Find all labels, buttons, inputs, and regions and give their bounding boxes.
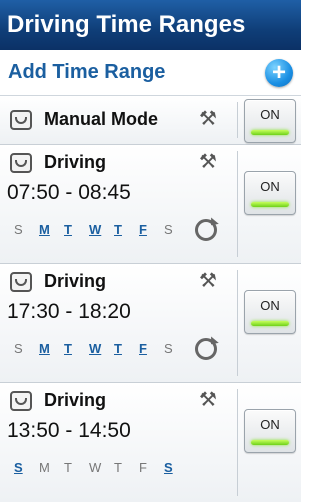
weekday-friday: F [139,460,147,475]
driving-mode-icon [10,391,32,411]
weekday-tuesday: T [64,222,72,237]
weekday-wednesday: W [89,341,102,356]
add-time-range-row[interactable]: Add Time Range + [0,50,301,96]
tools-icon[interactable]: ⚒ [197,151,219,173]
manual-mode-label: Manual Mode [44,109,159,129]
divider [237,151,238,257]
weekday-saturday: S [164,460,173,475]
tools-icon[interactable]: ⚒ [197,108,219,130]
weekday-monday: M [39,460,50,475]
weekday-thursday: T [114,460,122,475]
toggle-label: ON [260,417,280,432]
weekday-monday: M [39,222,50,237]
weekday-wednesday: W [89,460,102,475]
tools-icon[interactable]: ⚒ [197,270,219,292]
range-toggle-button[interactable]: ON [244,171,296,215]
repeat-icon [195,338,217,360]
screen-title: Driving Time Ranges [0,0,301,50]
toggle-label: ON [260,107,280,122]
driving-mode-icon [10,110,32,130]
weekday-friday: F [139,222,147,237]
plus-circle-icon[interactable]: + [265,58,293,87]
driving-mode-icon [10,153,32,173]
tools-icon[interactable]: ⚒ [197,389,219,411]
toggle-indicator [251,321,289,326]
weekday-tuesday: T [64,460,72,475]
toggle-indicator [251,130,289,135]
divider [237,270,238,376]
driving-mode-icon [10,272,32,292]
time-range-time: 17:30 - 18:20 [7,300,131,323]
weekday-row: S M T W T F S [14,460,189,475]
weekday-saturday: S [164,341,173,356]
weekday-sunday: S [14,460,23,475]
divider [237,389,238,496]
time-range-time: 07:50 - 08:45 [7,181,131,204]
weekday-row: S M T W T F S [14,341,189,356]
weekday-friday: F [139,341,147,356]
weekday-saturday: S [164,222,173,237]
range-toggle-button[interactable]: ON [244,409,296,453]
manual-mode-toggle-button[interactable]: ON [244,99,296,143]
weekday-wednesday: W [89,222,102,237]
weekday-tuesday: T [64,341,72,356]
toggle-indicator [251,202,289,207]
weekday-row: S M T W T F S [14,222,189,237]
weekday-sunday: S [14,341,23,356]
divider [237,102,238,138]
time-range-item[interactable]: Driving ⚒ 17:30 - 18:20 S M T W T F S ON [0,264,301,383]
time-range-title: Driving [44,390,107,410]
add-time-range-label[interactable]: Add Time Range [8,61,165,84]
time-range-item[interactable]: Driving ⚒ 07:50 - 08:45 S M T W T F S ON [0,145,301,264]
time-range-item[interactable]: Driving ⚒ 13:50 - 14:50 S M T W T F S ON [0,383,301,502]
toggle-label: ON [260,179,280,194]
weekday-sunday: S [14,222,23,237]
time-range-title: Driving [44,152,107,172]
toggle-indicator [251,440,289,445]
weekday-thursday: T [114,222,122,237]
manual-mode-row[interactable]: Manual Mode ⚒ ON [0,96,301,145]
screen-title-text: Driving Time Ranges [7,11,246,38]
range-toggle-button[interactable]: ON [244,290,296,334]
time-range-title: Driving [44,271,107,291]
repeat-icon [195,219,217,241]
toggle-label: ON [260,298,280,313]
weekday-monday: M [39,341,50,356]
weekday-thursday: T [114,341,122,356]
time-range-time: 13:50 - 14:50 [7,419,131,442]
